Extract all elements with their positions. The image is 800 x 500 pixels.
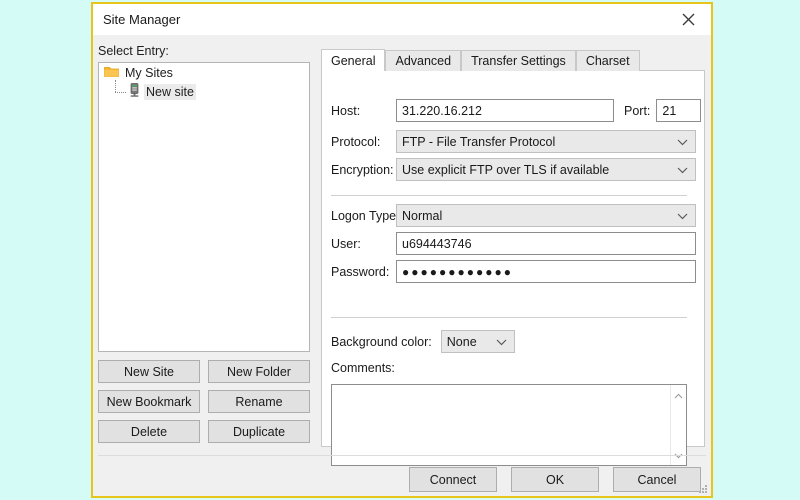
select-entry-label: Select Entry:: [98, 44, 169, 58]
password-masked-value: ●●●●●●●●●●●●: [402, 264, 513, 279]
section-divider-1: [331, 195, 687, 196]
background-color-select[interactable]: None: [440, 330, 515, 353]
comments-label: Comments:: [331, 361, 395, 375]
site-actions-buttons: New Site New Folder New Bookmark Rename …: [98, 360, 310, 443]
password-input[interactable]: ●●●●●●●●●●●●: [396, 260, 696, 283]
resize-grip[interactable]: [697, 483, 709, 495]
server-icon: [129, 83, 140, 100]
general-tab-panel: Host: 31.220.16.212 Port: 21 Protocol: F…: [321, 70, 705, 466]
tree-item-my-sites[interactable]: My Sites: [99, 63, 309, 82]
folder-icon: [104, 65, 119, 81]
encryption-select[interactable]: Use explicit FTP over TLS if available: [396, 158, 696, 181]
tab-transfer-settings[interactable]: Transfer Settings: [461, 50, 576, 71]
title-bar: Site Manager: [93, 4, 711, 35]
password-row: Password: ●●●●●●●●●●●●: [331, 260, 696, 283]
port-label: Port:: [624, 103, 651, 118]
new-folder-button[interactable]: New Folder: [208, 360, 310, 383]
dialog-body: Select Entry: My Sites New site New Site…: [93, 35, 711, 496]
host-input[interactable]: 31.220.16.212: [396, 99, 614, 122]
new-site-button[interactable]: New Site: [98, 360, 200, 383]
delete-button[interactable]: Delete: [98, 420, 200, 443]
chevron-down-icon: [677, 135, 688, 149]
logon-type-select[interactable]: Normal: [396, 204, 696, 227]
logon-type-value: Normal: [402, 208, 443, 223]
close-icon: [682, 13, 695, 26]
tab-charset[interactable]: Charset: [575, 50, 640, 71]
tab-general[interactable]: General: [321, 49, 386, 71]
cancel-button[interactable]: Cancel: [613, 467, 701, 492]
user-input[interactable]: u694443746: [396, 232, 696, 255]
host-label: Host:: [331, 103, 361, 118]
rename-button[interactable]: Rename: [208, 390, 310, 413]
tree-guide-line: [113, 79, 129, 99]
site-tree[interactable]: My Sites New site: [98, 62, 310, 352]
section-divider-2: [331, 317, 687, 318]
background-color-label: Background color:: [331, 334, 432, 349]
window-title: Site Manager: [103, 12, 181, 27]
chevron-down-icon: [677, 209, 688, 223]
comments-text[interactable]: [332, 385, 670, 465]
user-label: User:: [331, 236, 361, 251]
encryption-value: Use explicit FTP over TLS if available: [402, 162, 610, 177]
background-color-value: None: [446, 334, 477, 349]
protocol-row: Protocol: FTP - File Transfer Protocol: [331, 130, 696, 153]
tab-strip: General Advanced Transfer Settings Chars…: [321, 49, 640, 71]
comments-scrollbar[interactable]: [670, 385, 686, 465]
footer-buttons: Connect OK Cancel: [409, 467, 701, 492]
user-row: User: u694443746: [331, 232, 696, 255]
footer-divider: [98, 455, 706, 456]
tree-item-label: My Sites: [125, 65, 173, 80]
comments-textarea[interactable]: [331, 384, 687, 466]
background-color-row: Background color: None: [331, 330, 515, 353]
close-button[interactable]: [665, 4, 711, 35]
protocol-select[interactable]: FTP - File Transfer Protocol: [396, 130, 696, 153]
chevron-down-icon: [677, 163, 688, 177]
new-bookmark-button[interactable]: New Bookmark: [98, 390, 200, 413]
password-label: Password:: [331, 264, 390, 279]
port-input[interactable]: 21: [656, 99, 702, 122]
logon-type-row: Logon Type: Normal: [331, 204, 696, 227]
host-row: Host: 31.220.16.212 Port: 21: [331, 99, 702, 122]
protocol-label: Protocol:: [331, 134, 381, 149]
tab-advanced[interactable]: Advanced: [385, 50, 462, 71]
scroll-up-icon[interactable]: [674, 388, 683, 402]
logon-type-label: Logon Type:: [331, 208, 400, 223]
duplicate-button[interactable]: Duplicate: [208, 420, 310, 443]
protocol-value: FTP - File Transfer Protocol: [402, 134, 556, 149]
comments-label-row: Comments:: [331, 361, 395, 375]
encryption-row: Encryption: Use explicit FTP over TLS if…: [331, 158, 696, 181]
tree-item-new-site[interactable]: New site: [99, 79, 309, 101]
site-manager-dialog: Site Manager Select Entry: My Sites New …: [91, 2, 713, 498]
tree-item-label: New site: [144, 83, 196, 100]
connect-button[interactable]: Connect: [409, 467, 497, 492]
chevron-down-icon: [496, 335, 507, 349]
ok-button[interactable]: OK: [511, 467, 599, 492]
encryption-label: Encryption:: [331, 162, 394, 177]
